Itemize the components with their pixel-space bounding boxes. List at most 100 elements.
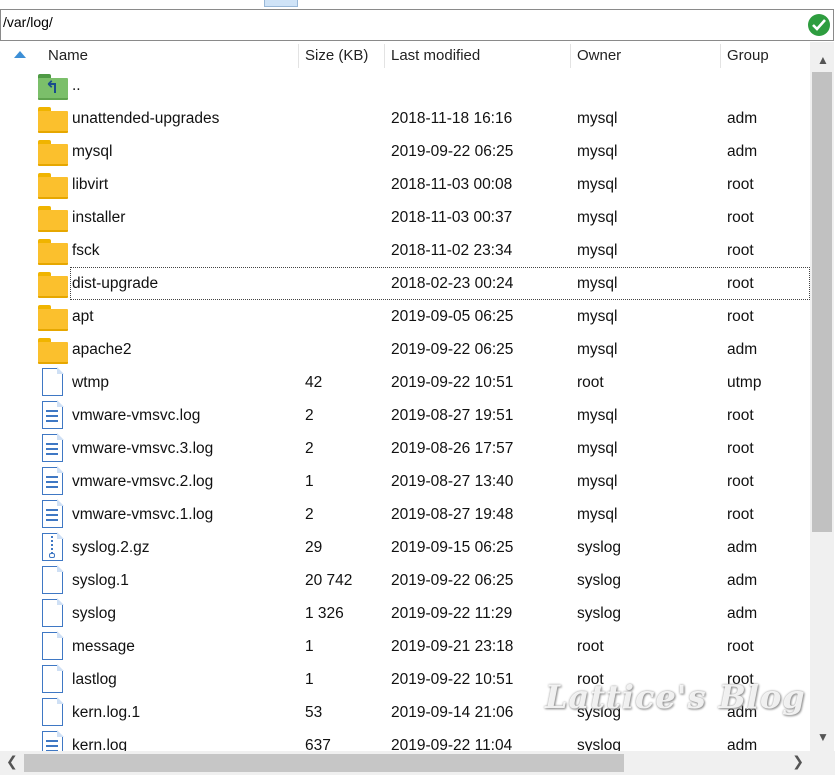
file-row[interactable]: vmware-vmsvc.3.log 2 2019-08-26 17:57 mysql… [0,432,810,465]
file-modified: 2019-09-15 06:25 [391,539,514,556]
file-name: dist-upgrade [72,275,159,292]
horizontal-scroll-thumb[interactable] [24,754,624,772]
file-row[interactable]: fsck 2018-11-02 23:34 mysql root [0,234,810,267]
file-name: syslog.2.gz [72,539,150,556]
file-name: unattended-upgrades [72,110,220,127]
file-modified: 2019-09-05 06:25 [391,308,514,325]
file-size: 2 [305,440,314,457]
file-modified: 2019-09-22 06:25 [391,143,514,160]
scroll-right-arrow-icon[interactable]: ❯ [792,753,804,770]
parent-folder-icon: ↰ [38,71,68,100]
file-name: vmware-vmsvc.3.log [72,440,214,457]
column-divider[interactable] [384,44,385,68]
file-row[interactable]: vmware-vmsvc.log 2 2019-08-27 19:51 mysql ro… [0,399,810,432]
file-size: 29 [305,539,323,556]
file-group: adm [727,143,758,160]
file-owner: mysql [577,473,618,490]
column-divider[interactable] [570,44,571,68]
scroll-down-arrow-icon[interactable]: ▼ [817,730,829,744]
file-name: kern.log.1 [72,704,141,721]
file-row[interactable]: libvirt 2018-11-03 00:08 mysql root [0,168,810,201]
file-name: vmware-vmsvc.2.log [72,473,214,490]
file-row[interactable]: installer 2018-11-03 00:37 mysql root [0,201,810,234]
file-group: adm [727,110,758,127]
column-owner[interactable]: Owner [577,42,621,69]
path-input[interactable]: /var/log/ [0,9,834,41]
file-row[interactable]: dist-upgrade 2018-02-23 00:24 mysql root [0,267,810,300]
file-group: adm [727,572,758,589]
file-name: .. [72,77,81,94]
file-row[interactable]: mysql 2019-09-22 06:25 mysql adm [0,135,810,168]
file-modified: 2019-09-22 06:25 [391,341,514,358]
file-row[interactable]: unattended-upgrades 2018-11-18 16:16 mysql… [0,102,810,135]
file-row[interactable]: apache2 2019-09-22 06:25 mysql adm [0,333,810,366]
file-name: apache2 [72,341,132,358]
file-modified: 2018-11-18 16:16 [391,110,513,127]
folder-icon [38,137,68,166]
column-size[interactable]: Size (KB) [305,42,368,69]
file-icon [38,565,68,595]
file-modified: 2019-08-27 13:40 [391,473,514,490]
file-owner: mysql [577,176,618,193]
file-row[interactable]: vmware-vmsvc.2.log 1 2019-08-27 13:40 mysql… [0,465,810,498]
column-name[interactable]: Name [48,42,88,69]
file-modified: 2019-09-22 11:29 [391,605,513,622]
scroll-up-arrow-icon[interactable]: ▲ [817,53,829,67]
file-group: adm [727,605,758,622]
file-row[interactable]: kern.log 637 2019-09-22 11:04 syslog adm [0,729,810,751]
file-modified: 2018-11-03 00:08 [391,176,513,193]
file-group: root [727,209,754,226]
watermark: Lattice's Blog [545,678,806,716]
file-owner: mysql [577,275,618,292]
folder-icon [38,170,68,199]
file-owner: mysql [577,506,618,523]
vertical-scrollbar[interactable]: ▲ ▼ [810,42,834,751]
tab-indicator[interactable] [264,0,298,7]
file-row[interactable]: ↰.. [0,69,810,102]
file-icon [38,631,68,661]
file-row[interactable]: message 1 2019-09-21 23:18 root root [0,630,810,663]
file-name: apt [72,308,94,325]
file-size: 637 [305,737,331,751]
horizontal-scrollbar[interactable]: ❮ ❯ [0,751,810,775]
file-owner: root [577,374,604,391]
file-name: vmware-vmsvc.log [72,407,201,424]
file-row[interactable]: vmware-vmsvc.1.log 2 2019-08-27 19:48 mysql… [0,498,810,531]
file-icon [38,664,68,694]
column-divider[interactable] [720,44,721,68]
file-modified: 2019-08-26 17:57 [391,440,514,457]
vertical-scroll-thumb[interactable] [812,72,832,532]
zip-file-icon [38,532,68,562]
file-name: kern.log [72,737,128,751]
column-group[interactable]: Group [727,42,769,69]
scrollbar-corner [810,751,835,775]
file-group: root [727,308,754,325]
file-icon [38,598,68,628]
check-circle-icon [808,14,830,36]
file-name: lastlog [72,671,117,688]
column-modified[interactable]: Last modified [391,42,480,69]
file-group: adm [727,539,758,556]
column-header: Name Size (KB) Last modified Owner Group [0,42,810,69]
file-row[interactable]: wtmp 42 2019-09-22 10:51 root utmp [0,366,810,399]
file-owner: mysql [577,143,618,160]
file-modified: 2019-09-21 23:18 [391,638,514,655]
file-group: adm [727,737,758,751]
file-modified: 2019-08-27 19:51 [391,407,514,424]
file-name: fsck [72,242,100,259]
file-row[interactable]: syslog.1 20 742 2019-09-22 06:25 syslog adm [0,564,810,597]
file-row[interactable]: syslog.2.gz 29 2019-09-15 06:25 syslog adm [0,531,810,564]
text-file-icon [38,400,68,430]
file-name: installer [72,209,126,226]
text-file-icon [38,499,68,529]
file-list: ↰.. unattended-upgrades 2018-11-18 16:16 my… [0,69,810,751]
sort-ascending-icon[interactable] [14,51,26,58]
scroll-left-arrow-icon[interactable]: ❮ [6,753,18,770]
path-text[interactable]: /var/log/ [3,14,53,30]
file-row[interactable]: syslog 1 326 2019-09-22 11:29 syslog adm [0,597,810,630]
file-size: 42 [305,374,323,391]
file-row[interactable]: apt 2019-09-05 06:25 mysql root [0,300,810,333]
column-divider[interactable] [298,44,299,68]
file-owner: root [577,638,604,655]
file-group: root [727,506,754,523]
